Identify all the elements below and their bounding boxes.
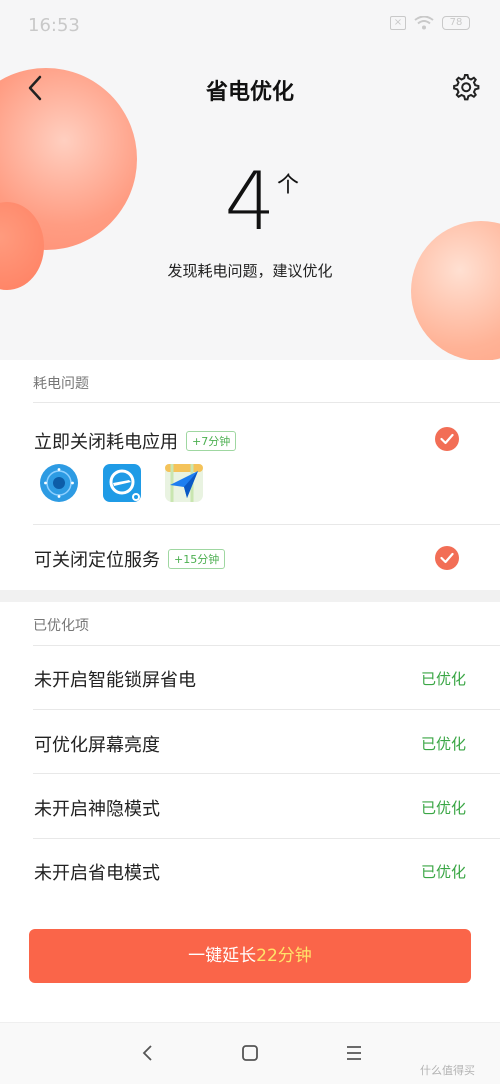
- divider: [33, 709, 500, 710]
- check-icon: [440, 552, 454, 564]
- nav-back-icon: [142, 1045, 152, 1061]
- nav-back-button[interactable]: [140, 1043, 156, 1067]
- battery-icon: 78: [442, 16, 470, 30]
- optimized-status: 已优化: [421, 799, 467, 817]
- optimized-item-label: 可优化屏幕亮度: [34, 735, 160, 756]
- remote-control-app-icon: [39, 463, 79, 503]
- optimized-item-label: 未开启智能锁屏省电: [34, 670, 196, 691]
- checkbox-checked[interactable]: [435, 427, 459, 451]
- watermark: 什么值得买: [420, 1064, 475, 1077]
- x-box-icon: ×: [390, 16, 406, 30]
- issue-count-unit: 个: [277, 173, 300, 198]
- issue-label: 可关闭定位服务 +15分钟: [34, 546, 226, 572]
- divider: [33, 838, 500, 839]
- issue-label: 立即关闭耗电应用 +7分钟: [34, 428, 237, 454]
- nav-menu-icon: [347, 1046, 361, 1060]
- issues-section-heading: 耗电问题: [33, 376, 89, 392]
- hero-banner: 16:53 × 78 省电优化 4 个 发现耗电问题，建议优化: [0, 0, 500, 360]
- divider: [33, 773, 500, 774]
- optimized-item-label: 未开启神隐模式: [34, 799, 160, 820]
- wifi-icon: [414, 15, 434, 34]
- maps-app-icon: [164, 463, 204, 503]
- extend-battery-button[interactable]: 一键延长22分钟: [29, 929, 471, 983]
- title-bar: 省电优化: [0, 64, 500, 112]
- status-time: 16:53: [28, 15, 80, 36]
- issue-count-number: 4: [224, 155, 276, 248]
- check-icon: [440, 433, 454, 445]
- flight-app-icon: [102, 463, 142, 503]
- optimized-status: 已优化: [421, 670, 467, 688]
- summary-message: 发现耗电问题，建议优化: [167, 262, 333, 280]
- optimized-status: 已优化: [421, 735, 467, 753]
- nav-home-button[interactable]: [241, 1043, 259, 1067]
- settings-button[interactable]: [450, 72, 480, 102]
- divider: [33, 402, 500, 403]
- page-title: 省电优化: [205, 80, 294, 105]
- extend-button-highlight: 22分钟: [256, 946, 312, 966]
- status-bar: 16:53 × 78: [0, 0, 500, 50]
- time-gain-badge: +7分钟: [186, 431, 237, 451]
- extend-button-prefix: 一键延长: [188, 946, 257, 966]
- checkbox-checked[interactable]: [435, 546, 459, 570]
- divider: [33, 645, 500, 646]
- issue-count: 4 个: [0, 155, 500, 248]
- time-gain-badge: +15分钟: [168, 549, 226, 569]
- optimized-item-label: 未开启省电模式: [34, 863, 160, 884]
- divider: [33, 524, 500, 525]
- section-separator: [0, 590, 500, 602]
- gear-icon: [453, 74, 480, 101]
- optimized-status: 已优化: [421, 863, 467, 881]
- nav-menu-button[interactable]: [345, 1043, 363, 1067]
- nav-home-icon: [242, 1045, 258, 1061]
- optimized-section-heading: 已优化项: [33, 618, 89, 634]
